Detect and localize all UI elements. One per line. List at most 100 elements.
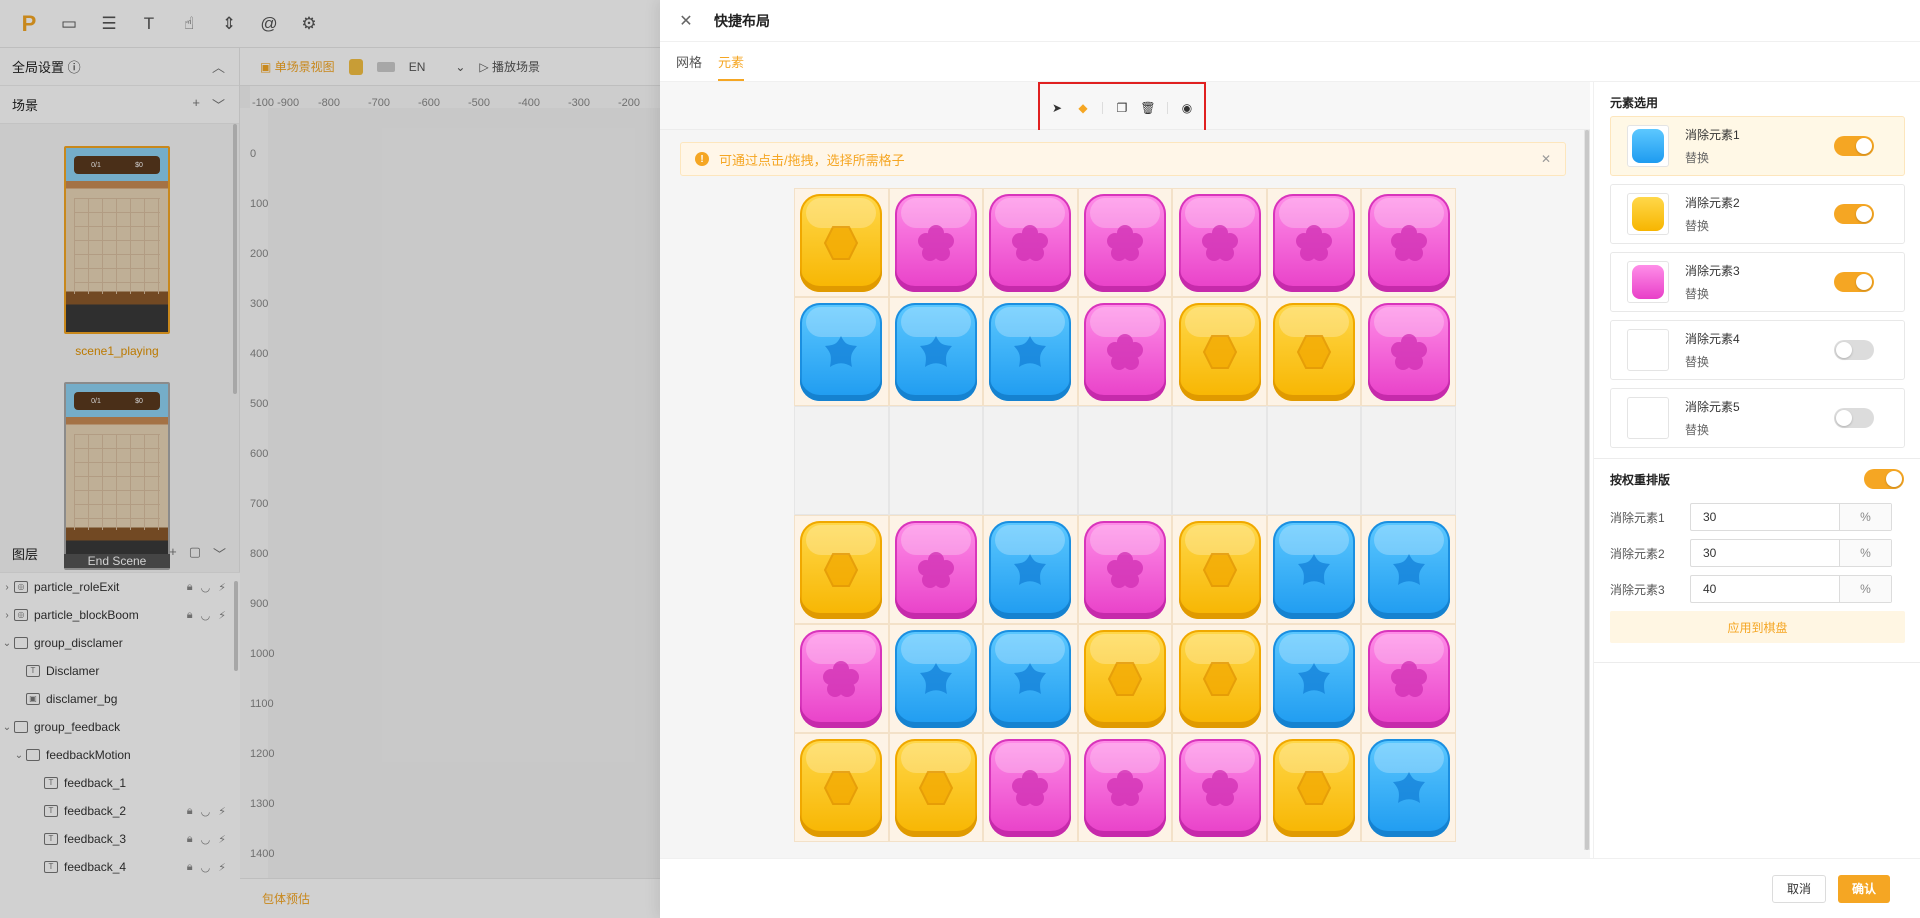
board-cell[interactable] (1172, 515, 1267, 624)
tile-blue (894, 302, 977, 401)
weight-value[interactable]: 30 (1691, 546, 1839, 560)
replace-link[interactable]: 替换 (1685, 421, 1740, 438)
board-cell[interactable] (794, 733, 889, 842)
tile-yellow (800, 738, 883, 837)
board-cell[interactable] (1266, 733, 1362, 842)
board-cell[interactable] (888, 297, 984, 406)
replace-link[interactable]: 替换 (1685, 217, 1740, 234)
board-cell[interactable] (794, 624, 889, 733)
star-shape (1014, 335, 1047, 367)
weight-value[interactable]: 40 (1691, 582, 1839, 596)
flower-shape (917, 224, 954, 261)
board-cell[interactable] (888, 406, 984, 515)
percent-unit: % (1839, 504, 1891, 530)
element-toggle[interactable] (1834, 272, 1874, 292)
replace-link[interactable]: 替换 (1685, 149, 1740, 166)
board-cell[interactable] (983, 188, 1078, 297)
tab-grid[interactable]: 网格 (676, 41, 702, 81)
board-cell[interactable] (1077, 624, 1173, 733)
element-thumbnail[interactable] (1627, 261, 1669, 303)
board-cell[interactable] (1172, 297, 1267, 406)
confirm-button[interactable]: 确认 (1837, 874, 1890, 903)
flower-shape (1106, 333, 1143, 370)
element-thumbnail[interactable] (1627, 329, 1669, 371)
weight-input[interactable]: 30% (1690, 503, 1892, 531)
element-toggle[interactable] (1834, 340, 1874, 360)
board-cell[interactable] (1172, 624, 1267, 733)
board-cell[interactable] (1266, 515, 1362, 624)
board-cell[interactable] (794, 297, 889, 406)
replace-link[interactable]: 替换 (1685, 285, 1740, 302)
board-cell[interactable] (794, 406, 889, 515)
close-icon[interactable]: ✕ (676, 11, 696, 31)
element-card[interactable]: 消除元素2 替换 (1610, 184, 1905, 244)
weight-toggle[interactable] (1864, 469, 1904, 489)
board-cell[interactable] (1361, 733, 1456, 842)
weight-value[interactable]: 30 (1691, 510, 1839, 524)
copy-icon[interactable]: ❐ (1115, 101, 1129, 115)
element-card[interactable]: 消除元素5 替换 (1610, 388, 1905, 448)
board-cell[interactable] (1361, 515, 1456, 624)
trash-icon[interactable]: 🗑︎ (1140, 101, 1155, 115)
board-cell[interactable] (1266, 406, 1362, 515)
element-toggle[interactable] (1834, 204, 1874, 224)
element-thumbnail[interactable] (1627, 125, 1669, 167)
element-card[interactable]: 消除元素3 替换 (1610, 252, 1905, 312)
weight-input[interactable]: 40% (1690, 575, 1892, 603)
board-cell[interactable] (1077, 188, 1173, 297)
board-cell[interactable] (888, 515, 984, 624)
modal-mask[interactable] (0, 0, 660, 918)
canvas-scrollbar[interactable] (1584, 130, 1590, 850)
board-cell[interactable] (1172, 188, 1267, 297)
board-cell[interactable] (1266, 624, 1362, 733)
board-cell[interactable] (1361, 406, 1456, 515)
element-name: 消除元素4 (1685, 332, 1740, 346)
cancel-button[interactable]: 取消 (1771, 874, 1826, 903)
tile-yellow (1178, 520, 1261, 619)
board-cell[interactable] (983, 733, 1078, 842)
board-cell[interactable] (1172, 733, 1267, 842)
pointer-icon[interactable]: ➤ (1050, 101, 1064, 115)
board-cell[interactable] (1077, 297, 1173, 406)
board-cell[interactable] (1361, 188, 1456, 297)
tile-pink (1083, 520, 1166, 619)
tool-group: ➤ ◆ ❐ 🗑︎ ◉ (1038, 82, 1206, 134)
star-shape (1014, 553, 1047, 585)
board-cell[interactable] (983, 297, 1078, 406)
drawer-footer: 取消 确认 (660, 858, 1920, 918)
element-toggle[interactable] (1834, 408, 1874, 428)
board-cell[interactable] (1266, 297, 1362, 406)
board-cell[interactable] (794, 188, 889, 297)
board-cell[interactable] (888, 624, 984, 733)
element-thumbnail[interactable] (1627, 193, 1669, 235)
board-cell[interactable] (1266, 188, 1362, 297)
board-cell[interactable] (1077, 515, 1173, 624)
board-cell[interactable] (794, 515, 889, 624)
board-cell[interactable] (1361, 297, 1456, 406)
replace-link[interactable]: 替换 (1685, 353, 1740, 370)
weight-input[interactable]: 30% (1690, 539, 1892, 567)
flower-shape (1201, 224, 1238, 261)
warning-icon: ! (695, 152, 709, 166)
element-thumbnail[interactable] (1627, 397, 1669, 439)
board-cell[interactable] (1077, 733, 1173, 842)
board-cell[interactable] (983, 515, 1078, 624)
element-card[interactable]: 消除元素4 替换 (1610, 320, 1905, 380)
target-icon[interactable]: ◉ (1180, 101, 1194, 115)
close-hint-icon[interactable]: ✕ (1541, 152, 1551, 166)
board-cell[interactable] (983, 406, 1078, 515)
board-cell[interactable] (1361, 624, 1456, 733)
tile-blue (800, 302, 883, 401)
element-toggle[interactable] (1834, 136, 1874, 156)
board-cell[interactable] (1077, 406, 1173, 515)
element-card[interactable]: 消除元素1 替换 (1610, 116, 1905, 176)
board-cell[interactable] (983, 624, 1078, 733)
board-cell[interactable] (888, 188, 984, 297)
eraser-icon[interactable]: ◆ (1076, 101, 1090, 115)
board-cell[interactable] (1172, 406, 1267, 515)
board-cell[interactable] (888, 733, 984, 842)
apply-to-board-button[interactable]: 应用到棋盘 (1610, 611, 1905, 643)
hexagon-shape (918, 770, 953, 805)
tile-pink (1367, 302, 1450, 401)
tab-elements[interactable]: 元素 (718, 41, 745, 81)
